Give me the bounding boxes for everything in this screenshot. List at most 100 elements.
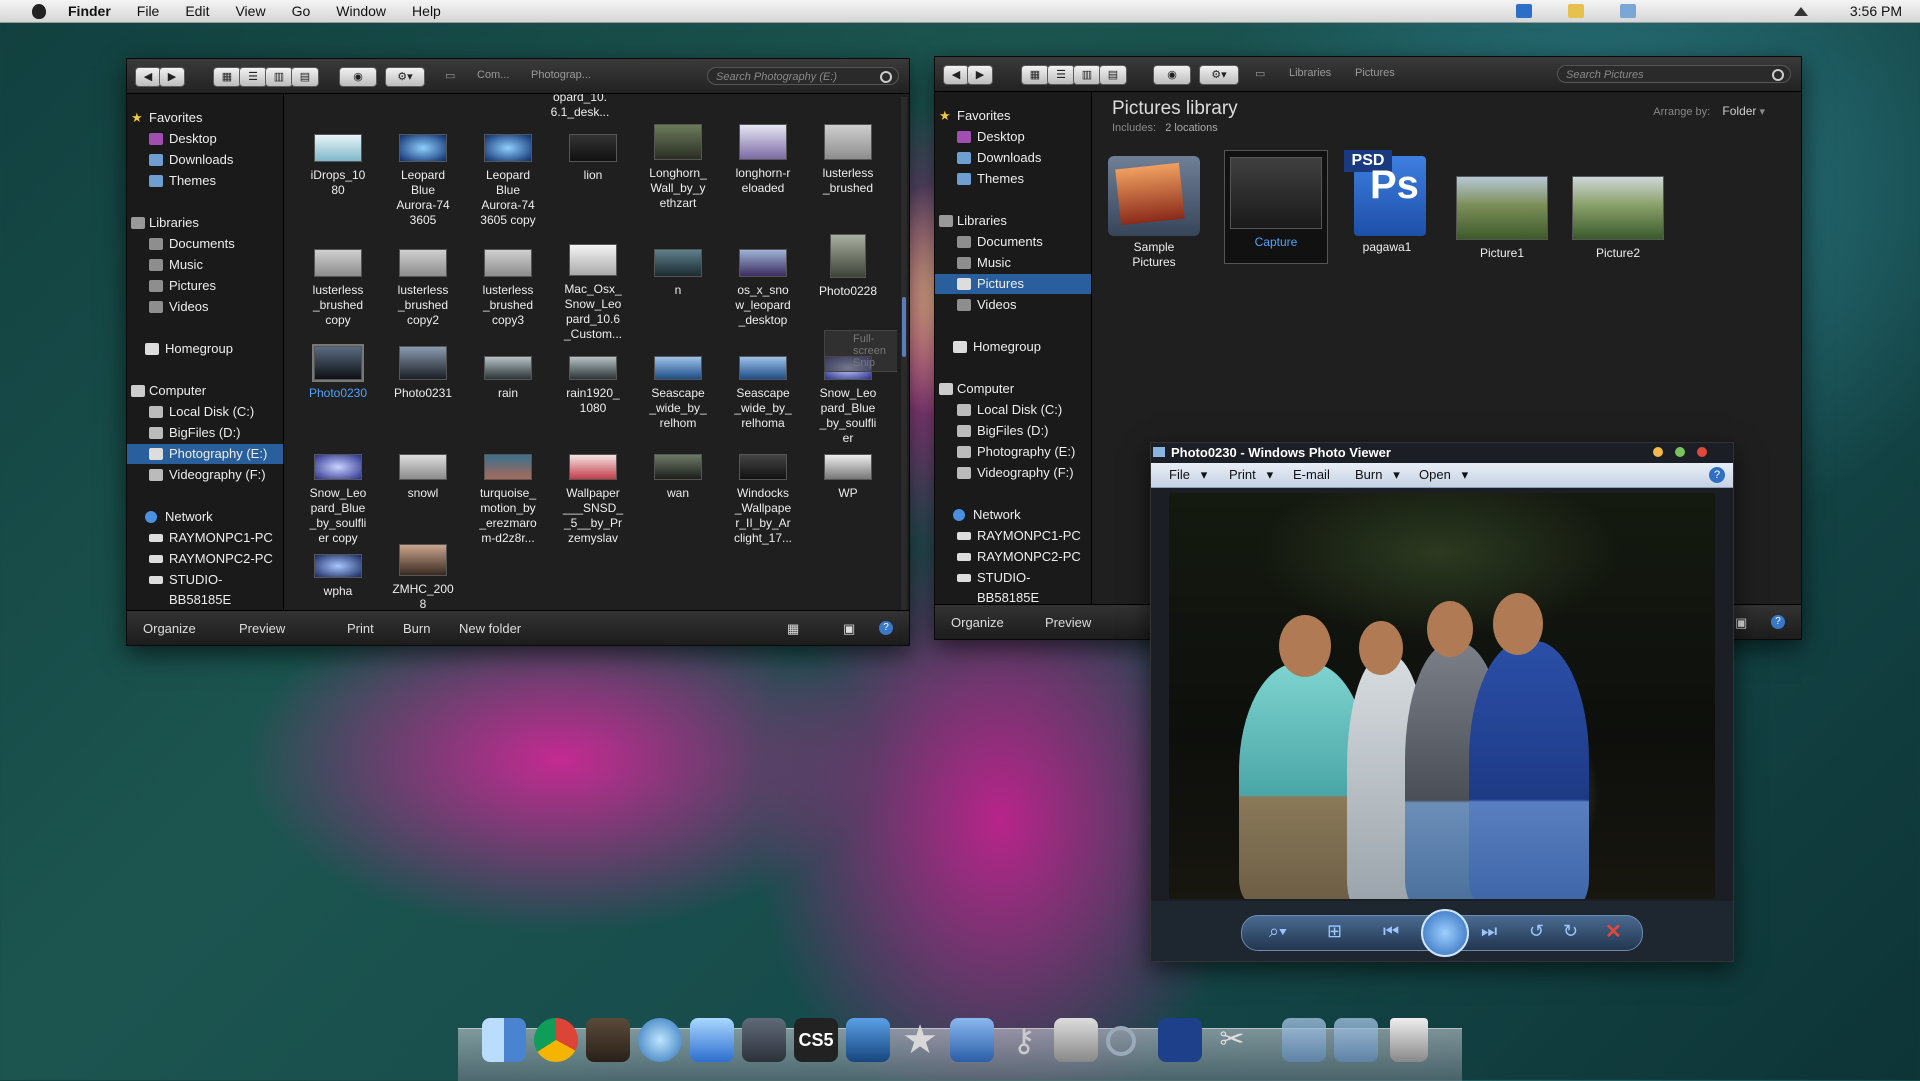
sidebar-header-libraries[interactable]: Libraries: [935, 211, 1091, 231]
file-item-selected[interactable]: Photo0230: [296, 344, 380, 401]
search-input[interactable]: Search Pictures: [1557, 65, 1791, 83]
sidebar-item-pictures[interactable]: Pictures: [127, 276, 283, 296]
sidebar-item-bigfiles[interactable]: BigFiles (D:): [127, 423, 283, 443]
sidebar-header-favorites[interactable]: ★ Favorites: [127, 108, 283, 128]
menu-view[interactable]: View: [235, 3, 265, 19]
file-item[interactable]: opard_10. 6.1_desk...: [538, 94, 622, 120]
icon-view-button[interactable]: ▦: [1021, 65, 1049, 85]
pv-burn-menu[interactable]: Burn ▾: [1355, 467, 1400, 483]
sidebar-item-desktop[interactable]: Desktop: [935, 127, 1091, 147]
folder-tray-icon[interactable]: [1567, 4, 1584, 18]
sidebar-item-studio[interactable]: STUDIO-BB58185E: [127, 570, 283, 607]
file-item[interactable]: longhorn-r eloaded: [721, 124, 805, 196]
folder-icon[interactable]: [1334, 1018, 1378, 1062]
file-item[interactable]: iDrops_10 80: [296, 134, 380, 198]
sidebar-item-videography[interactable]: Videography (F:): [127, 465, 283, 485]
file-item[interactable]: lusterless _brushed copy3: [466, 249, 550, 328]
safari-compass-icon[interactable]: [950, 1018, 994, 1062]
forward-button[interactable]: ▶: [967, 65, 993, 85]
file-item[interactable]: Mac_Osx_ Snow_Leo pard_10.6 _Custom...: [551, 244, 635, 342]
slideshow-button[interactable]: [1421, 909, 1469, 957]
next-icon[interactable]: ⏭: [1481, 921, 1497, 942]
maximize-button[interactable]: [1675, 447, 1685, 457]
sidebar-header-favorites[interactable]: ★ Favorites: [935, 106, 1091, 126]
circle-app-icon[interactable]: [1106, 1026, 1136, 1056]
file-item[interactable]: WP: [806, 454, 890, 501]
file-item[interactable]: Leopard Blue Aurora-74 3605 copy: [466, 134, 550, 228]
sidebar-item-documents[interactable]: Documents: [127, 234, 283, 254]
forward-button[interactable]: ▶: [159, 67, 185, 87]
delete-icon[interactable]: ✕: [1605, 919, 1622, 944]
file-item[interactable]: Snow_Leo pard_Blue _by_soulfli er copy: [296, 454, 380, 546]
pv-file-menu[interactable]: File ▾: [1169, 467, 1207, 483]
library-item[interactable]: Picture1: [1452, 176, 1552, 261]
sidebar-item-pc1[interactable]: RAYMONPC1-PC: [935, 526, 1091, 546]
file-item[interactable]: wpha: [296, 554, 380, 599]
search-input[interactable]: Search Photography (E:): [707, 67, 899, 85]
library-item[interactable]: Picture2: [1568, 176, 1668, 261]
coverflow-view-button[interactable]: ▤: [291, 67, 319, 87]
movie-clapper-icon[interactable]: [846, 1018, 890, 1062]
actual-size-icon[interactable]: ⊞: [1327, 921, 1342, 942]
library-item[interactable]: PSD Ps pagawa1: [1338, 150, 1436, 255]
sidebar-item-music[interactable]: Music: [127, 255, 283, 275]
back-button[interactable]: ◀: [943, 65, 969, 85]
file-item[interactable]: n: [636, 249, 720, 298]
organize-button[interactable]: Organize: [951, 615, 1004, 630]
menu-file[interactable]: File: [137, 3, 160, 19]
sidebar-item-pc2[interactable]: RAYMONPC2-PC: [935, 547, 1091, 567]
preview-pane-icon[interactable]: ▣: [1735, 615, 1747, 631]
sidebar-header-libraries[interactable]: Libraries: [127, 213, 283, 233]
new-folder-button[interactable]: New folder: [459, 621, 521, 636]
arrange-by-dropdown[interactable]: Folder: [1722, 104, 1756, 118]
blue-window-icon[interactable]: [1158, 1018, 1202, 1062]
file-item[interactable]: Photo0228: [806, 234, 890, 299]
zoom-icon[interactable]: ⌕▾: [1269, 921, 1287, 942]
sidebar-item-desktop[interactable]: Desktop: [127, 129, 283, 149]
cs5-icon[interactable]: CS5: [794, 1018, 838, 1062]
pv-print-menu[interactable]: Print ▾: [1229, 467, 1273, 483]
sidebar-item-local-disk[interactable]: Local Disk (C:): [935, 400, 1091, 420]
file-item[interactable]: lion: [551, 134, 635, 183]
coverflow-view-button[interactable]: ▤: [1099, 65, 1127, 85]
sidebar-item-downloads[interactable]: Downloads: [127, 150, 283, 170]
scroll-thumb[interactable]: [902, 297, 906, 357]
sidebar-item-music[interactable]: Music: [935, 253, 1091, 273]
list-view-button[interactable]: ☰: [239, 67, 267, 87]
music-note-icon[interactable]: [690, 1018, 734, 1062]
action-gear-icon[interactable]: ⚙▾: [385, 67, 425, 87]
chrome-icon[interactable]: [534, 1018, 578, 1062]
file-item[interactable]: snowl: [381, 454, 465, 501]
view-options-icon[interactable]: ▦: [787, 621, 799, 637]
includes-locations-link[interactable]: 2 locations: [1165, 122, 1218, 134]
sidebar-item-themes[interactable]: Themes: [935, 169, 1091, 189]
file-item[interactable]: Windocks _Wallpape r_II_by_Ar clight_17.…: [721, 454, 805, 546]
sidebar-item-pc2[interactable]: RAYMONPC2-PC: [127, 549, 283, 569]
eject-icon[interactable]: [1793, 6, 1808, 16]
preview-pane-icon[interactable]: ▣: [843, 621, 855, 637]
previous-icon[interactable]: ⏮: [1383, 921, 1399, 942]
sidebar-item-pc1[interactable]: RAYMONPC1-PC: [127, 528, 283, 548]
rss-icon[interactable]: [586, 1018, 630, 1062]
scissors-icon[interactable]: ✂: [1210, 1018, 1254, 1062]
column-view-button[interactable]: ▥: [265, 67, 293, 87]
file-item[interactable]: lusterless _brushed: [806, 124, 890, 196]
file-item[interactable]: wan: [636, 454, 720, 501]
file-item[interactable]: os_x_sno w_leopard _desktop: [721, 249, 805, 328]
menu-go[interactable]: Go: [292, 3, 311, 19]
file-item[interactable]: Leopard Blue Aurora-74 3605: [381, 134, 465, 228]
sidebar-item-studio[interactable]: STUDIO-BB58185E: [935, 568, 1091, 605]
file-item[interactable]: rain: [466, 356, 550, 401]
file-item[interactable]: Longhorn_ Wall_by_y ethzart: [636, 124, 720, 211]
rotate-cw-icon[interactable]: ↻: [1563, 921, 1578, 942]
folder-icon[interactable]: [1282, 1018, 1326, 1062]
trash-icon[interactable]: [1390, 1018, 1428, 1062]
action-gear-icon[interactable]: ⚙▾: [1199, 65, 1239, 85]
itunes-icon[interactable]: [638, 1018, 682, 1062]
sidebar-item-downloads[interactable]: Downloads: [935, 148, 1091, 168]
quicklook-eye-icon[interactable]: ◉: [1153, 65, 1191, 85]
apple-icon[interactable]: [28, 0, 50, 22]
file-item[interactable]: Wallpaper ___SNSD_ _5__by_Pr zemyslav: [551, 454, 635, 546]
sidebar-item-documents[interactable]: Documents: [935, 232, 1091, 252]
sidebar-item-themes[interactable]: Themes: [127, 171, 283, 191]
